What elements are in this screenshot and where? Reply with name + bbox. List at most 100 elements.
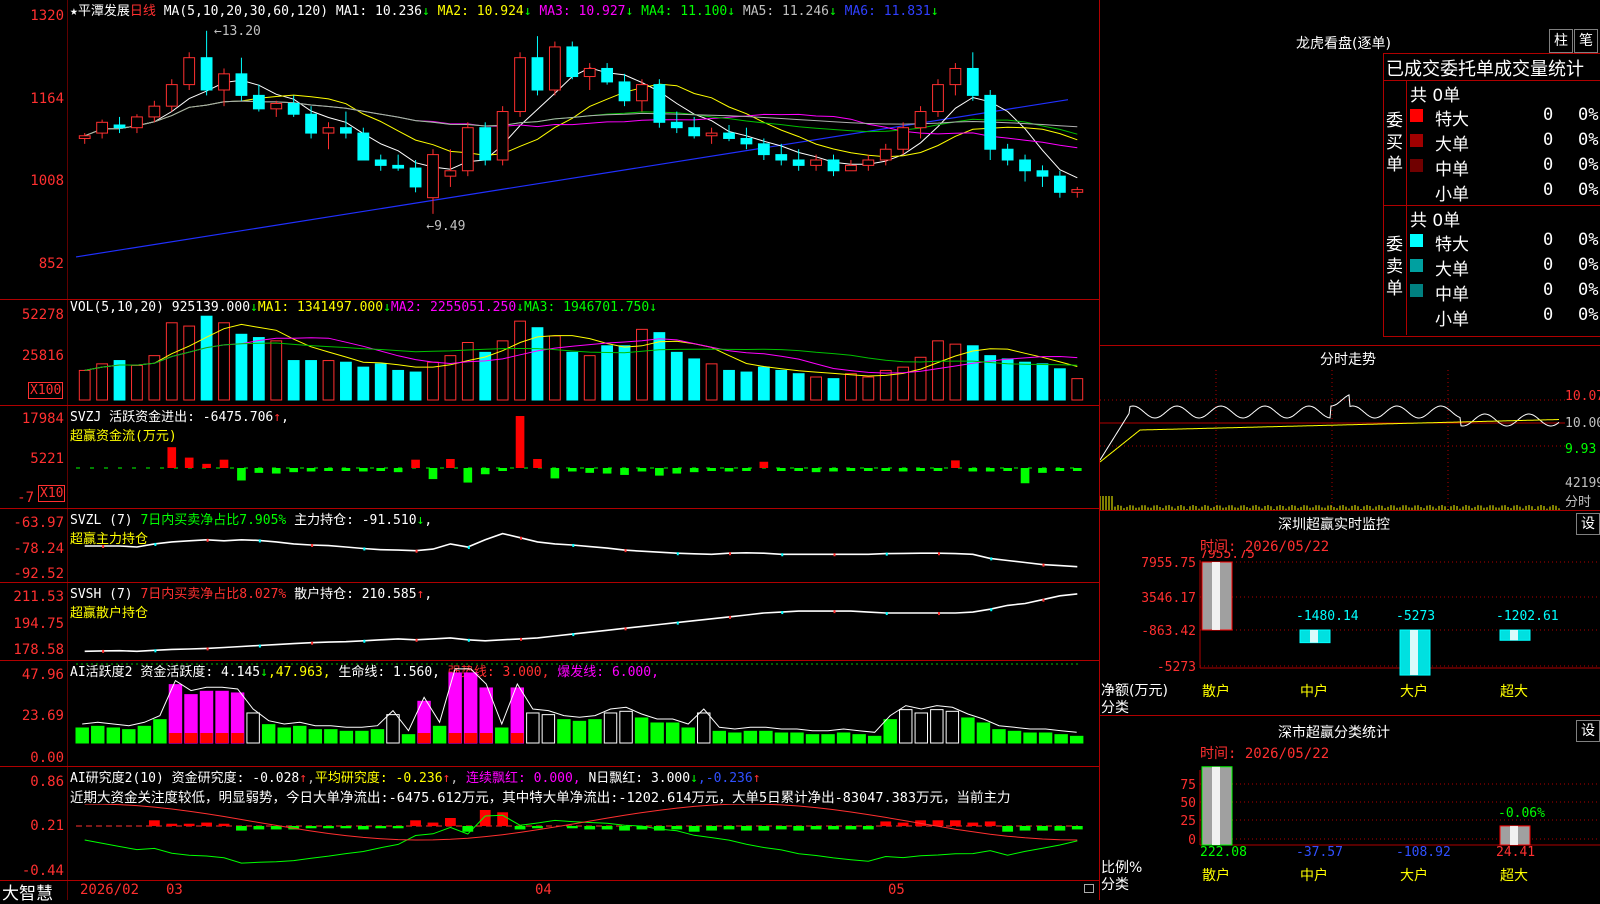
ai-bar	[603, 712, 618, 744]
vol-bar	[165, 322, 178, 401]
intraday-tick-3: 9.93	[1565, 442, 1597, 457]
vol-bar	[583, 355, 596, 401]
candle-body	[705, 132, 718, 137]
intraday-tick-1: 10.07	[1565, 389, 1600, 404]
candle-body	[409, 167, 422, 188]
research-bar	[1019, 826, 1031, 831]
vol-bar	[914, 356, 927, 401]
svzl-dot	[467, 546, 470, 550]
research-bar	[932, 820, 944, 826]
ai-bar	[495, 727, 509, 744]
svsh-dot	[1042, 598, 1045, 602]
column-view-button[interactable]: 柱	[1549, 29, 1573, 53]
ai-bar	[122, 729, 136, 744]
low-annotation: ←9.49	[426, 219, 465, 234]
ai-research-arrow: ↑	[299, 771, 308, 786]
vol-bar	[252, 337, 265, 401]
ai-active-chart[interactable]	[68, 661, 1098, 766]
svzj-bar	[359, 468, 368, 472]
candle-body	[1071, 189, 1084, 193]
svzl-dot	[885, 552, 888, 556]
sz-monitor-chart[interactable]: 7955.75 3546.17 -863.42 -5273 7955.75 散户 -1480…	[1100, 550, 1600, 715]
svzj-bar	[898, 468, 908, 472]
candle-body	[148, 105, 161, 118]
szc-bar-shine-1	[1212, 766, 1220, 845]
ai-research-legend: AI研究度2(10) 资金研究度: -0.028↑,平均研究度: -0.236↑…	[70, 771, 761, 786]
sell-row-name: 特大	[1435, 235, 1469, 255]
vol-bar	[618, 345, 631, 401]
vol-bar	[427, 361, 439, 401]
svzj-bar	[864, 468, 873, 471]
price-chart[interactable]: ←13.20 ←9.49	[68, 0, 1098, 299]
szm-value-4: -1202.61	[1496, 609, 1559, 624]
sell-swatch	[1410, 259, 1423, 272]
szc-cat-4: 超大	[1500, 868, 1528, 884]
ai-bar	[945, 710, 960, 744]
ai-bar	[246, 712, 260, 744]
svzj-bar	[1020, 468, 1030, 484]
candle-body	[374, 159, 387, 166]
svzj-bar	[759, 461, 769, 468]
research-bar	[183, 823, 195, 826]
research-bar	[357, 826, 369, 830]
svzj-chart[interactable]	[68, 406, 1098, 508]
candle-body	[1036, 170, 1049, 177]
svzl-dot	[781, 553, 784, 557]
buy-row-2: 大单 0 0%	[1410, 130, 1600, 155]
ma30-line	[84, 100, 1078, 137]
ai-research-avg-arrow: ↑	[442, 771, 451, 786]
date-label-3: 05	[888, 882, 905, 898]
vol-bar	[1001, 358, 1014, 401]
szc-tick-1: 75	[1180, 778, 1196, 793]
sell-row-2: 大单 0 0%	[1410, 255, 1600, 280]
svsh-chart[interactable]	[68, 583, 1098, 660]
sep-date-axis	[0, 880, 1100, 881]
candle-body	[392, 164, 405, 169]
svzj-bar	[428, 468, 438, 480]
brand-label: 大智慧	[2, 884, 53, 904]
ai-research-avg: 平均研究度: -0.236	[314, 771, 443, 786]
sz-class-chart[interactable]: 75 50 25 0 222.08 散户 -37.57 中户 -108.92 大户 24.41 超大 -…	[1100, 760, 1600, 900]
candle-body	[740, 137, 753, 145]
research-bar	[984, 821, 996, 826]
candle-body	[165, 84, 178, 107]
research-bar	[148, 820, 160, 826]
ai-research-chart[interactable]	[68, 804, 1098, 880]
candle-body	[723, 132, 735, 139]
sell-swatch	[1410, 234, 1423, 247]
szm-cat-4: 超大	[1500, 684, 1528, 700]
sep-right-2	[1100, 510, 1600, 511]
buy-row-name: 小单	[1435, 185, 1469, 205]
sell-total: 共 0单	[1410, 211, 1461, 231]
svzj-bar	[167, 447, 177, 468]
intraday-chart[interactable]	[1100, 370, 1565, 510]
research-bar	[305, 826, 317, 829]
svzj-bar	[306, 468, 316, 472]
research-bar	[497, 812, 509, 826]
svzj-bar	[1072, 468, 1082, 471]
candle-body	[757, 143, 770, 156]
vol-bar	[131, 365, 143, 401]
svsh-dot	[624, 627, 627, 631]
research-bar	[514, 826, 526, 830]
sz-class-settings-button[interactable]: 设	[1576, 720, 1600, 742]
vol-bar	[148, 355, 161, 401]
vol-bar	[496, 340, 509, 401]
sell-row-4: 小单 0 0%	[1410, 305, 1600, 330]
lock-icon[interactable]	[1084, 884, 1094, 893]
ai-bar	[976, 722, 991, 744]
vol-bar	[705, 363, 718, 401]
stroke-view-button[interactable]: 笔	[1574, 29, 1598, 53]
svzl-chart[interactable]	[68, 509, 1098, 582]
ai-bar	[790, 732, 804, 744]
ai-active-tick-2: 23.69	[21, 708, 64, 724]
sz-monitor-settings-button[interactable]: 设	[1576, 513, 1600, 535]
ai-bar	[914, 712, 929, 744]
volume-chart[interactable]	[68, 300, 1098, 405]
ai-bar	[1023, 732, 1037, 744]
vol-bar	[374, 363, 387, 401]
date-label-1: 03	[166, 882, 183, 898]
ai-bar	[1007, 730, 1022, 744]
svsh-dot	[467, 638, 470, 642]
szc-value-3: -108.92	[1396, 845, 1451, 860]
